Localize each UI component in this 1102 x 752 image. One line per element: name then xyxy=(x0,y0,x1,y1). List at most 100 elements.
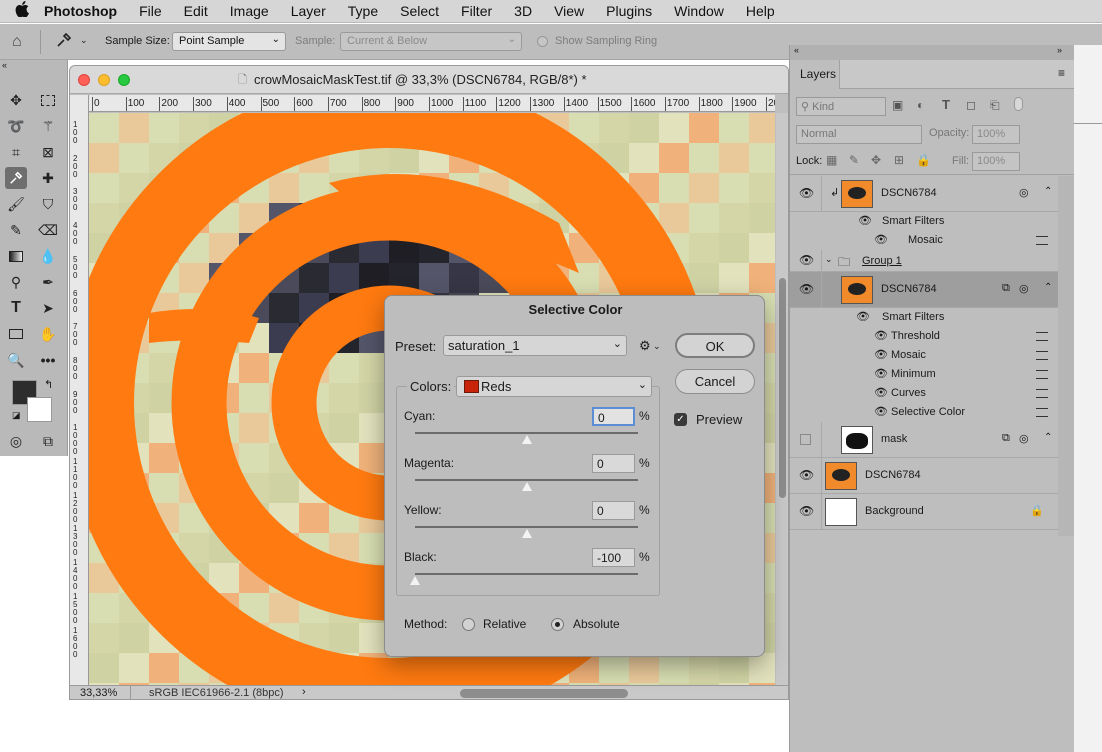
collapse-toolbar-icon[interactable]: « xyxy=(2,60,7,70)
brush-tool-icon[interactable]: 🖌 xyxy=(5,193,27,215)
cyan-input[interactable]: 0 xyxy=(592,407,635,426)
layers-scrollbar[interactable] xyxy=(1058,176,1075,536)
hand-tool-icon[interactable]: ✋ xyxy=(37,323,59,345)
menu-filter[interactable]: Filter xyxy=(461,3,492,19)
filter-adjustment-icon[interactable]: ◐ xyxy=(917,98,924,112)
zoom-window-button[interactable] xyxy=(118,74,130,86)
filter-kind-select[interactable]: ⚲ Kind xyxy=(796,97,886,116)
layer-row[interactable]: 👁 🔒 Background xyxy=(790,494,1058,530)
lasso-tool-icon[interactable]: ➰ xyxy=(5,115,27,137)
gradient-tool-icon[interactable] xyxy=(5,245,27,267)
blur-tool-icon[interactable]: 💧 xyxy=(37,245,59,267)
menu-3d[interactable]: 3D xyxy=(514,3,532,19)
filter-options-icon[interactable] xyxy=(1036,236,1048,245)
more-tools-icon[interactable]: ••• xyxy=(37,349,59,371)
vertical-scroll-thumb[interactable] xyxy=(779,278,786,498)
visibility-eye-icon[interactable]: 👁 xyxy=(799,504,814,518)
lock-artboard-icon[interactable]: ⊞ xyxy=(894,153,904,167)
layer-row[interactable]: 👁 Minimum xyxy=(790,365,1058,384)
fill-input[interactable]: 100% xyxy=(972,152,1020,171)
menu-photoshop[interactable]: Photoshop xyxy=(44,3,117,19)
lock-transparent-icon[interactable]: ▦ xyxy=(826,153,837,167)
absolute-radio[interactable] xyxy=(551,618,564,631)
vertical-ruler[interactable]: 1 0 0 2 0 0 3 0 0 4 0 0 5 0 0 6 0 0 7 0 0 8 0 0… xyxy=(70,95,89,685)
relative-radio[interactable] xyxy=(462,618,475,631)
apple-menu-icon[interactable] xyxy=(0,1,44,21)
visibility-eye-icon[interactable]: 👁 xyxy=(856,310,870,324)
layer-row[interactable]: 👁 ◎ ⌃ ⧉ DSCN6784 xyxy=(790,272,1058,308)
quick-mask-icon[interactable]: ◎ xyxy=(5,430,27,452)
pen-tool-icon[interactable]: ✒ xyxy=(37,271,59,293)
crop-tool-icon[interactable]: ⌗ xyxy=(5,141,27,163)
yellow-slider-track[interactable] xyxy=(415,526,638,528)
vertical-scrollbar[interactable] xyxy=(776,113,788,685)
link-icon[interactable]: ⧉ xyxy=(1002,432,1010,445)
menu-edit[interactable]: Edit xyxy=(184,3,208,19)
menu-window[interactable]: Window xyxy=(674,3,724,19)
ok-button[interactable]: OK xyxy=(675,333,755,358)
black-slider-track[interactable] xyxy=(415,573,638,575)
home-icon[interactable]: ⌂ xyxy=(12,33,22,51)
chevron-up-icon[interactable]: ⌃ xyxy=(1044,432,1052,443)
layer-row[interactable]: 👁 Mosaic xyxy=(790,231,1058,250)
visibility-eye-icon[interactable]: 👁 xyxy=(874,329,888,343)
smart-filter-badge-icon[interactable]: ◎ xyxy=(1019,432,1029,445)
magenta-slider-track[interactable] xyxy=(415,479,638,481)
black-slider-thumb[interactable] xyxy=(410,576,420,585)
close-window-button[interactable] xyxy=(78,74,90,86)
zoom-tool-icon[interactable]: 🔍 xyxy=(5,349,27,371)
filter-options-icon[interactable] xyxy=(1036,389,1048,398)
panel-menu-icon[interactable]: ≡ xyxy=(1058,66,1065,80)
yellow-slider-thumb[interactable] xyxy=(521,529,532,538)
filter-image-icon[interactable]: ▣ xyxy=(892,98,903,112)
healing-brush-tool-icon[interactable]: ✚ xyxy=(37,167,59,189)
chevron-right-icon[interactable]: › xyxy=(302,686,306,698)
preview-checkbox[interactable]: ✓ xyxy=(674,413,687,426)
menu-plugins[interactable]: Plugins xyxy=(606,3,652,19)
swap-colors-icon[interactable]: ↰ xyxy=(44,378,53,391)
cyan-slider-track[interactable] xyxy=(415,432,638,434)
horizontal-scroll-thumb[interactable] xyxy=(460,689,628,698)
magic-wand-tool-icon[interactable]: ⚚ xyxy=(37,115,59,137)
tab-layers[interactable]: Layers xyxy=(790,60,840,89)
visibility-empty-box[interactable] xyxy=(800,434,811,445)
clone-stamp-tool-icon[interactable]: ⛉ xyxy=(37,193,59,215)
visibility-eye-icon[interactable]: 👁 xyxy=(799,468,814,482)
history-brush-tool-icon[interactable]: ✎ xyxy=(5,219,27,241)
screen-mode-icon[interactable]: ⧉ xyxy=(37,430,59,452)
black-input[interactable]: -100 xyxy=(592,548,635,567)
magenta-slider-thumb[interactable] xyxy=(521,482,532,491)
chevron-down-icon[interactable]: ⌄ xyxy=(825,254,833,265)
yellow-input[interactable]: 0 xyxy=(592,501,635,520)
visibility-eye-icon[interactable]: 👁 xyxy=(874,367,888,381)
magenta-input[interactable]: 0 xyxy=(592,454,635,473)
menu-view[interactable]: View xyxy=(554,3,584,19)
opacity-input[interactable]: 100% xyxy=(972,125,1020,144)
visibility-eye-icon[interactable]: 👁 xyxy=(799,282,814,296)
visibility-eye-icon[interactable]: 👁 xyxy=(799,186,814,200)
smart-filter-badge-icon[interactable]: ◎ xyxy=(1019,282,1029,295)
menu-type[interactable]: Type xyxy=(348,3,378,19)
smart-filter-badge-icon[interactable]: ◎ xyxy=(1019,186,1029,199)
cyan-slider-thumb[interactable] xyxy=(521,435,532,444)
minimize-window-button[interactable] xyxy=(98,74,110,86)
lock-all-icon[interactable]: 🔒 xyxy=(916,153,931,167)
colors-select[interactable]: Reds ⌄ xyxy=(456,376,652,397)
expand-panel-icon[interactable]: » xyxy=(1057,45,1062,55)
menu-image[interactable]: Image xyxy=(230,3,269,19)
type-tool-icon[interactable]: T xyxy=(5,297,27,319)
blend-mode-select[interactable]: Normal xyxy=(796,125,922,144)
path-selection-tool-icon[interactable]: ➤ xyxy=(37,297,59,319)
layer-row[interactable]: 👁 Selective Color xyxy=(790,403,1058,422)
eyedropper-icon[interactable] xyxy=(56,32,72,51)
filter-shape-icon[interactable]: ◻ xyxy=(966,98,976,112)
chevron-up-icon[interactable]: ⌃ xyxy=(1044,282,1052,293)
menu-help[interactable]: Help xyxy=(746,3,775,19)
marquee-tool-icon[interactable] xyxy=(37,89,59,111)
eyedropper-tool-icon[interactable] xyxy=(5,167,27,189)
link-icon[interactable]: ⧉ xyxy=(1002,282,1010,295)
default-colors-icon[interactable]: ◪ xyxy=(12,410,21,421)
menu-select[interactable]: Select xyxy=(400,3,439,19)
preset-select[interactable]: saturation_1 ⌄ xyxy=(443,335,627,356)
chevron-down-icon[interactable]: ⌄ xyxy=(80,35,88,46)
